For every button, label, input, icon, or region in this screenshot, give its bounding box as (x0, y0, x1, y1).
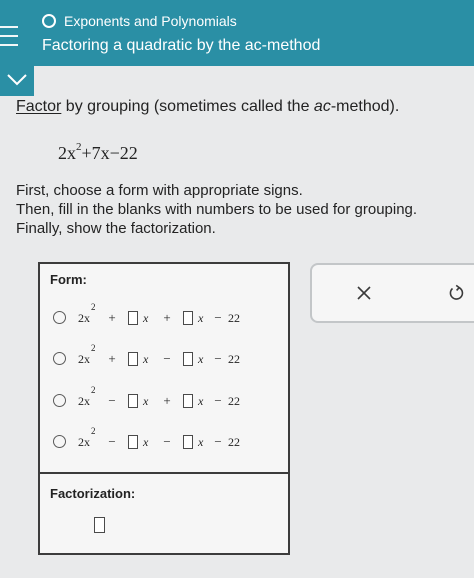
option-var: x (198, 434, 204, 449)
option-lead: 2x (78, 310, 90, 325)
option-lead: 2x (78, 393, 90, 408)
blank-input[interactable] (183, 435, 193, 449)
option-exponent: 2 (91, 342, 96, 353)
direction-line: Then, fill in the blanks with numbers to… (16, 201, 418, 218)
blank-input[interactable] (128, 311, 138, 325)
instruction-tail: -method). (330, 98, 400, 115)
blank-input[interactable] (128, 394, 138, 408)
expr-rest: +7x−22 (81, 143, 138, 163)
option-sign: − (214, 351, 222, 366)
action-panel (310, 263, 474, 323)
blank-input[interactable] (183, 394, 193, 408)
form-option[interactable]: 2x 2 + x + x − 22 (40, 302, 292, 330)
option-lead: 2x (78, 351, 90, 366)
form-option[interactable]: 2x 2 − x + x − 22 (40, 385, 292, 413)
instruction-text: by grouping (sometimes called the (61, 98, 314, 115)
option-constant: 22 (228, 393, 240, 408)
option-sign: + (108, 310, 116, 325)
option-sign: + (163, 393, 171, 408)
blank-input[interactable] (128, 352, 138, 366)
circle-outline-icon (42, 14, 56, 28)
expr-exponent: 2 (76, 141, 82, 153)
option-sign: − (108, 393, 116, 408)
blank-input[interactable] (183, 352, 193, 366)
form-label: Form: (50, 272, 87, 287)
blank-input[interactable] (183, 311, 193, 325)
radio-button[interactable] (53, 352, 66, 365)
option-var: x (198, 310, 204, 325)
menu-icon[interactable] (0, 26, 18, 46)
directions: First, choose a form with appropriate si… (16, 181, 417, 238)
factorization-label: Factorization: (50, 486, 136, 501)
option-sign: − (214, 434, 222, 449)
panel-divider (40, 472, 288, 474)
option-var: x (143, 393, 149, 408)
option-constant: 22 (228, 310, 240, 325)
chevron-down-icon (7, 74, 27, 86)
option-sign: − (214, 310, 222, 325)
expr-coef: 2x (58, 143, 76, 163)
option-var: x (143, 434, 149, 449)
option-var: x (143, 310, 149, 325)
problem-expression: 2x2+7x−22 (58, 141, 138, 164)
option-constant: 22 (228, 351, 240, 366)
option-exponent: 2 (91, 425, 96, 436)
direction-line: Finally, show the factorization. (16, 220, 216, 237)
form-option[interactable]: 2x 2 + x − x − 22 (40, 343, 292, 371)
form-option[interactable]: 2x 2 − x − x − 22 (40, 426, 292, 454)
instruction-ac: ac (313, 98, 331, 115)
answer-panel: Form: 2x 2 + x + x − 22 2x 2 + x − x − 22 (38, 262, 290, 555)
option-var: x (143, 351, 149, 366)
option-constant: 22 (228, 434, 240, 449)
option-sign: + (108, 351, 116, 366)
option-sign: + (163, 310, 171, 325)
collapse-button[interactable] (0, 66, 34, 96)
option-var: x (198, 351, 204, 366)
option-sign: − (108, 434, 116, 449)
undo-icon[interactable] (447, 284, 465, 302)
blank-input[interactable] (128, 435, 138, 449)
radio-button[interactable] (53, 394, 66, 407)
radio-button[interactable] (53, 311, 66, 324)
radio-button[interactable] (53, 435, 66, 448)
option-exponent: 2 (91, 384, 96, 395)
factor-link[interactable]: Factor (16, 98, 61, 115)
option-var: x (198, 393, 204, 408)
factorization-input[interactable] (94, 517, 105, 533)
header-bar: Exponents and Polynomials Factoring a qu… (0, 0, 474, 66)
instruction: Factor by grouping (sometimes called the… (16, 98, 399, 116)
direction-line: First, choose a form with appropriate si… (16, 182, 303, 199)
option-sign: − (163, 434, 171, 449)
close-icon[interactable] (356, 285, 372, 301)
lesson-title: Factoring a quadratic by the ac-method (42, 37, 321, 54)
option-sign: − (214, 393, 222, 408)
topic-title: Exponents and Polynomials (64, 13, 237, 29)
option-sign: − (163, 351, 171, 366)
option-lead: 2x (78, 434, 90, 449)
option-exponent: 2 (91, 301, 96, 312)
